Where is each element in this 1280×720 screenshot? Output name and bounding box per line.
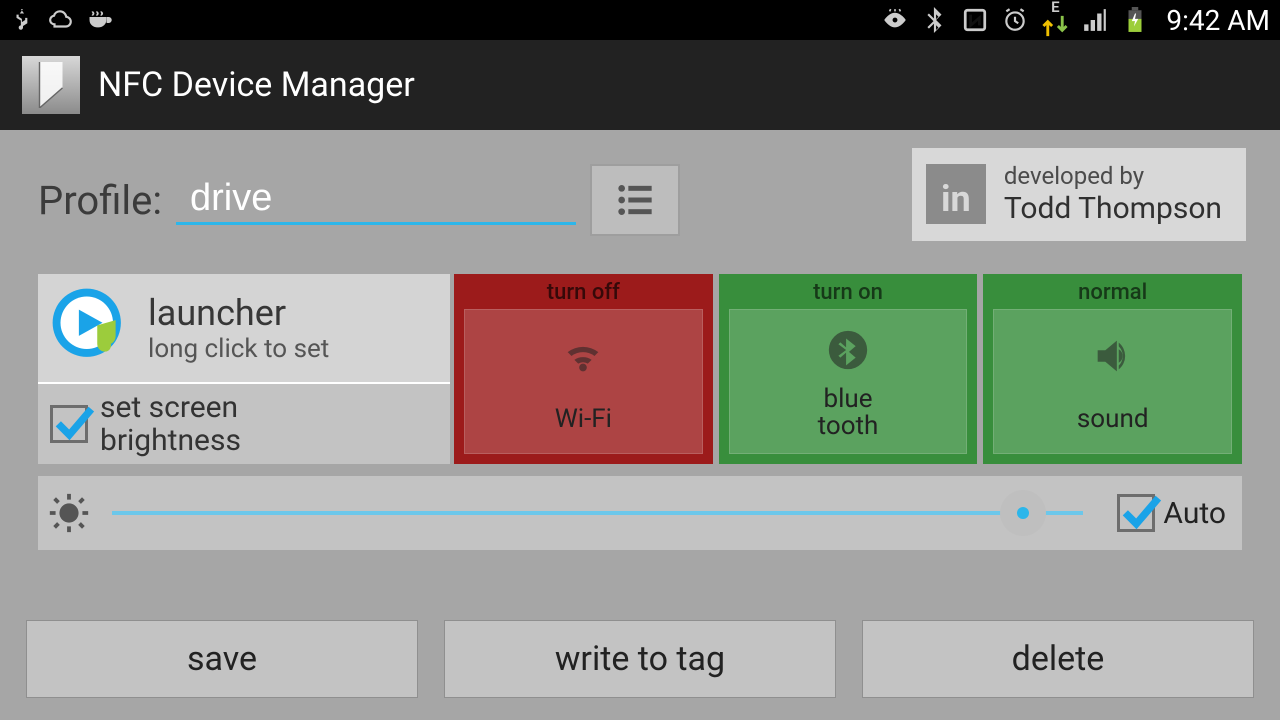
- brightness-checkbox[interactable]: [50, 405, 88, 443]
- auto-brightness-checkbox[interactable]: [1117, 494, 1155, 532]
- check-icon: [1118, 489, 1162, 533]
- profile-list-button[interactable]: [590, 164, 680, 236]
- write-to-tag-button[interactable]: write to tag: [444, 620, 836, 698]
- credit-line1: developed by: [1004, 162, 1222, 191]
- battery-icon: [1122, 7, 1148, 33]
- brightness-slider[interactable]: [112, 511, 1083, 515]
- linkedin-icon: in: [926, 164, 986, 224]
- signal-icon: [1082, 7, 1108, 33]
- delete-button[interactable]: delete: [862, 620, 1254, 698]
- slider-thumb[interactable]: [1000, 490, 1046, 536]
- wifi-icon: [558, 333, 608, 379]
- launcher-subtitle: long click to set: [148, 334, 329, 364]
- bluetooth-tile-header: turn on: [729, 280, 968, 309]
- save-button[interactable]: save: [26, 620, 418, 698]
- wifi-tile-label: Wi-Fi: [555, 406, 612, 433]
- data-arrows-icon: [1042, 13, 1068, 39]
- app-icon: [22, 56, 80, 114]
- sun-icon: [46, 490, 92, 536]
- bluetooth-tile[interactable]: turn on blue tooth: [719, 274, 978, 464]
- alarm-icon: [1002, 7, 1028, 33]
- bluetooth-tile-icon: [823, 327, 873, 373]
- profile-name-input[interactable]: [176, 175, 576, 225]
- sound-tile-label: sound: [1077, 406, 1149, 433]
- sound-tile[interactable]: normal sound: [983, 274, 1242, 464]
- auto-label: Auto: [1163, 496, 1226, 531]
- bluetooth-label-l1: blue: [823, 384, 872, 414]
- bluetooth-label-l2: tooth: [818, 411, 879, 441]
- credit-line2: Todd Thompson: [1004, 191, 1222, 227]
- coffee-icon: [86, 7, 112, 33]
- launcher-title: launcher: [148, 292, 329, 334]
- profile-label: Profile:: [38, 177, 162, 224]
- wifi-tile[interactable]: turn off Wi-Fi: [454, 274, 713, 464]
- credit-box[interactable]: in developed by Todd Thompson: [912, 148, 1246, 241]
- bluetooth-icon: [922, 7, 948, 33]
- check-icon: [51, 400, 95, 444]
- speaker-icon: [1088, 333, 1138, 379]
- action-bar: NFC Device Manager: [0, 40, 1280, 130]
- network-type-label: E: [1051, 1, 1059, 13]
- nfc-icon: [962, 7, 988, 33]
- brightness-label-l2: brightness: [100, 423, 241, 458]
- launcher-app-icon: [50, 286, 134, 370]
- list-icon: [613, 180, 657, 220]
- brightness-label-l1: set screen: [100, 390, 238, 425]
- sound-tile-header: normal: [993, 280, 1232, 309]
- brightness-slider-row: Auto: [38, 476, 1242, 550]
- eye-icon: [882, 7, 908, 33]
- cloud-icon: [48, 7, 74, 33]
- usb-icon: [10, 7, 36, 33]
- status-bar: E 9:42 AM: [0, 0, 1280, 40]
- status-time: 9:42 AM: [1166, 4, 1270, 37]
- launcher-tile[interactable]: launcher long click to set: [38, 274, 450, 384]
- wifi-tile-header: turn off: [464, 280, 703, 309]
- app-title: NFC Device Manager: [98, 65, 415, 105]
- brightness-toggle-row[interactable]: set screen brightness: [38, 384, 450, 464]
